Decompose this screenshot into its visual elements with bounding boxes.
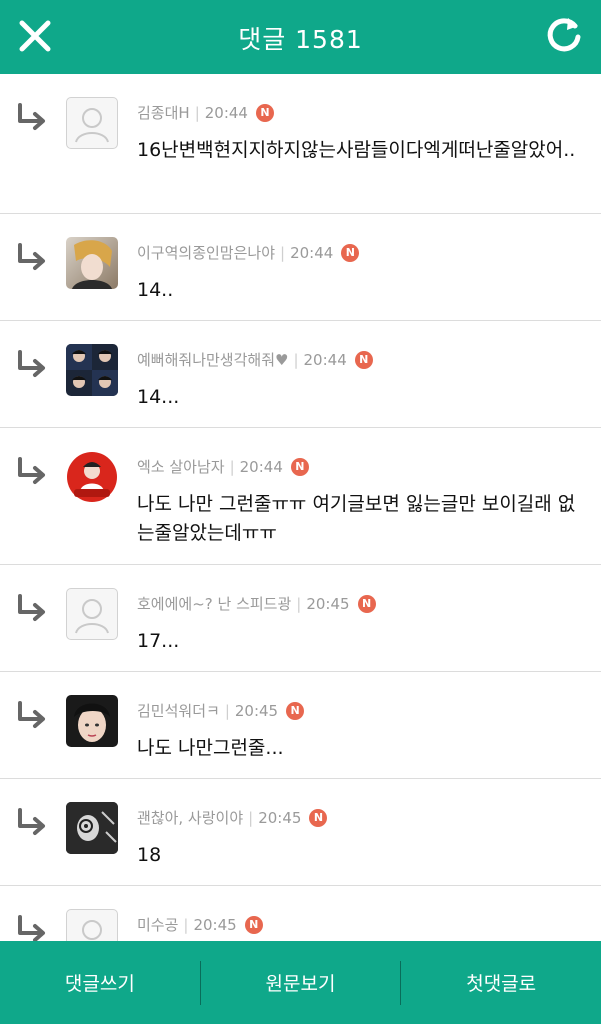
comment-text: 14... <box>137 386 180 408</box>
comment-text: 16난변백현지지하지않는사람들이다엑게떠난줄알았어.. <box>137 139 576 161</box>
reply-arrow-icon <box>18 808 45 835</box>
write-comment-button[interactable]: 댓글쓰기 <box>0 969 200 996</box>
username[interactable]: 호에에에~? 난 스피드광 <box>137 593 291 614</box>
new-badge: N <box>309 808 328 827</box>
reply-arrow-icon <box>18 915 45 941</box>
reply-arrow-icon <box>18 243 45 270</box>
comment-meta: 이구역의종인맘은나야 | 20:44 N <box>137 242 360 263</box>
timestamp: 20:45 <box>193 915 237 934</box>
comment-text: 18 <box>137 844 162 866</box>
comment-meta: 김종대H | 20:44 N <box>137 102 274 123</box>
new-badge: N <box>357 594 376 613</box>
username[interactable]: 미수공 <box>137 914 178 935</box>
username[interactable]: 괜찮아, 사랑이야 <box>137 807 243 828</box>
comment-item: 엑소 살아남자 | 20:44 N 나도 나만 그런줄ㅠㅠ 여기글보면 잃는글만 보이… <box>0 428 601 565</box>
refresh-icon[interactable] <box>543 14 585 56</box>
bottom-bar: 댓글쓰기 원문보기 첫댓글로 <box>0 941 601 1024</box>
comment-meta: 김민석워더ㅋ | 20:45 N <box>137 700 305 721</box>
comment-item: 괜찮아, 사랑이야 | 20:45 N 18 <box>0 779 601 886</box>
username[interactable]: 김민석워더ㅋ <box>137 700 220 721</box>
username[interactable]: 김종대H <box>137 102 190 123</box>
comment-meta: 호에에에~? 난 스피드광 | 20:45 N <box>137 593 376 614</box>
comment-list[interactable]: 김종대H | 20:44 N 16난변백현지지하지않는사람들이다엑게떠난줄알았어.. … <box>0 74 601 941</box>
timestamp: 20:44 <box>303 350 347 369</box>
comment-text: 14.. <box>137 279 174 301</box>
timestamp: 20:45 <box>258 808 302 827</box>
avatar[interactable] <box>66 237 118 289</box>
new-badge: N <box>354 350 373 369</box>
avatar[interactable] <box>66 97 118 149</box>
comment-item: 김종대H | 20:44 N 16난변백현지지하지않는사람들이다엑게떠난줄알았어.. <box>0 74 601 214</box>
new-badge: N <box>244 915 263 934</box>
timestamp: 20:44 <box>204 103 248 122</box>
avatar[interactable] <box>66 695 118 747</box>
new-badge: N <box>290 457 309 476</box>
comment-text: 17... <box>137 630 180 652</box>
comment-meta: 예뻐해줘나만생각해줘♥ | 20:44 N <box>137 349 373 370</box>
comment-item: 호에에에~? 난 스피드광 | 20:45 N 17... <box>0 565 601 672</box>
comment-meta: 엑소 살아남자 | 20:44 N <box>137 456 309 477</box>
reply-arrow-icon <box>18 350 45 377</box>
comment-meta: 괜찮아, 사랑이야 | 20:45 N <box>137 807 328 828</box>
comment-item: 이구역의종인맘은나야 | 20:44 N 14.. <box>0 214 601 321</box>
avatar[interactable] <box>66 588 118 640</box>
comment-item: 예뻐해줘나만생각해줘♥ | 20:44 N 14... <box>0 321 601 428</box>
comment-text: 나도 나만그런줄... <box>137 737 284 759</box>
timestamp: 20:45 <box>234 701 279 720</box>
reply-arrow-icon <box>18 594 45 621</box>
reply-arrow-icon <box>18 701 45 728</box>
first-comment-button[interactable]: 첫댓글로 <box>401 969 601 996</box>
comment-meta: 미수공 | 20:45 N <box>137 914 263 935</box>
reply-arrow-icon <box>18 103 45 130</box>
username[interactable]: 엑소 살아남자 <box>137 456 225 477</box>
avatar[interactable] <box>66 451 118 503</box>
username[interactable]: 이구역의종인맘은나야 <box>137 242 275 263</box>
view-original-button[interactable]: 원문보기 <box>201 969 401 996</box>
avatar[interactable] <box>66 909 118 941</box>
comment-item: 김민석워더ㅋ | 20:45 N 나도 나만그런줄... <box>0 672 601 779</box>
timestamp: 20:44 <box>290 243 334 262</box>
new-badge: N <box>341 243 360 262</box>
reply-arrow-icon <box>18 457 45 484</box>
new-badge: N <box>286 701 305 720</box>
top-bar: 댓글 1581 <box>0 0 601 74</box>
avatar[interactable] <box>66 802 118 854</box>
comment-item: 미수공 | 20:45 N <box>0 886 601 941</box>
username[interactable]: 예뻐해줘나만생각해줘♥ <box>137 349 288 370</box>
new-badge: N <box>255 103 274 122</box>
avatar[interactable] <box>66 344 118 396</box>
timestamp: 20:45 <box>306 594 350 613</box>
page-title: 댓글 1581 <box>238 25 363 54</box>
timestamp: 20:44 <box>239 457 283 476</box>
comment-text: 나도 나만 그런줄ㅠㅠ 여기글보면 잃는글만 보이길래 없는줄알았는데ㅠㅠ <box>137 493 576 544</box>
